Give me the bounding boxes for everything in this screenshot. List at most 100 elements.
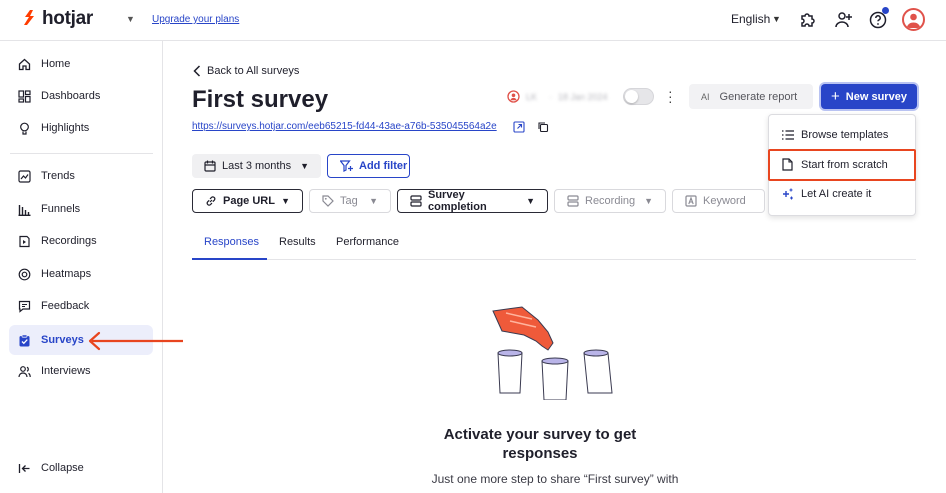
chevron-down-icon: ▼ — [281, 196, 290, 206]
survey-completion-filter[interactable]: Survey completion ▼ — [397, 189, 548, 213]
upgrade-plans-link[interactable]: Upgrade your plans — [152, 14, 239, 25]
annotation-arrow-icon — [88, 331, 183, 351]
surveys-icon — [17, 333, 31, 347]
ai-sparkle-icon — [781, 188, 794, 200]
feedback-icon — [17, 299, 31, 313]
home-icon — [17, 57, 31, 71]
author-avatar-icon — [507, 90, 520, 103]
sidebar-item-label: Recordings — [41, 235, 97, 247]
language-select[interactable]: English — [731, 12, 770, 26]
sidebar-collapse-button[interactable]: Collapse — [9, 453, 153, 483]
let-ai-create-label: Let AI create it — [801, 188, 872, 200]
tag-filter[interactable]: Tag ▼ — [309, 189, 391, 213]
user-avatar-icon — [906, 13, 921, 28]
plus-icon: + — [831, 88, 840, 105]
empty-state-cups-illustration — [492, 306, 613, 400]
org-switch-chevron-down-icon[interactable]: ▼ — [126, 14, 135, 24]
sidebar-item-feedback[interactable]: Feedback — [9, 291, 153, 321]
chevron-left-icon — [193, 65, 201, 77]
created-date: 18 Jan 2024 — [558, 91, 608, 102]
tab-results[interactable]: Results — [279, 236, 316, 248]
heatmaps-icon — [17, 267, 31, 281]
browse-templates-option[interactable]: Browse templates — [781, 129, 888, 141]
sidebar-item-label: Heatmaps — [41, 268, 92, 280]
sidebar-item-funnels[interactable]: Funnels — [9, 194, 153, 224]
empty-state-title: Activate your survey to get responses — [443, 426, 637, 462]
back-link[interactable]: Back to All surveys — [193, 65, 299, 77]
survey-completion-icon — [410, 195, 422, 207]
invite-user-icon[interactable] — [834, 10, 854, 30]
meta-separator: · — [549, 91, 553, 102]
link-icon — [205, 195, 217, 207]
sidebar-item-label: Dashboards — [41, 90, 101, 102]
list-icon — [781, 130, 794, 140]
highlights-icon — [17, 121, 31, 135]
trends-icon — [17, 169, 31, 183]
sidebar-item-label: Interviews — [41, 365, 91, 377]
user-avatar[interactable] — [902, 8, 925, 31]
sidebar-item-home[interactable]: Home — [9, 49, 153, 79]
new-survey-button[interactable]: + New survey — [821, 84, 917, 109]
chevron-down-icon: ▼ — [526, 196, 535, 206]
hotjar-logo[interactable]: hotjar — [22, 8, 93, 30]
tag-icon — [322, 195, 334, 207]
page-url-filter[interactable]: Page URL ▼ — [192, 189, 303, 213]
survey-tabs: Responses Results Performance — [192, 224, 916, 260]
page-url-label: Page URL — [223, 195, 275, 207]
keyword-label: Keyword — [703, 195, 746, 207]
page-title: First survey — [192, 86, 329, 113]
sidebar-item-highlights[interactable]: Highlights — [9, 113, 153, 143]
sidebar-item-label: Feedback — [41, 300, 90, 312]
sidebar-item-recordings[interactable]: Recordings — [9, 226, 153, 256]
sidebar-item-label: Highlights — [41, 122, 90, 134]
new-survey-label: New survey — [845, 90, 907, 103]
survey-meta: LK · 18 Jan 2024 — [507, 90, 608, 103]
external-link-icon[interactable] — [513, 121, 525, 133]
browse-templates-label: Browse templates — [801, 129, 889, 141]
add-filter-button[interactable]: Add filter — [327, 154, 410, 178]
sidebar-item-label: Home — [41, 58, 71, 70]
sidebar-item-heatmaps[interactable]: Heatmaps — [9, 259, 153, 289]
empty-state-subtitle: Just one more step to share “First surve… — [431, 472, 679, 486]
ai-badge: AI — [701, 91, 710, 102]
sidebar-item-trends[interactable]: Trends — [9, 161, 153, 191]
tab-responses[interactable]: Responses — [204, 236, 259, 248]
integrations-puzzle-icon[interactable] — [798, 10, 818, 30]
recording-filter[interactable]: Recording ▼ — [554, 189, 666, 213]
date-range-select[interactable]: Last 3 months ▼ — [192, 154, 321, 178]
brand-name: hotjar — [42, 8, 93, 29]
top-bar: hotjar ▼ Upgrade your plans English ▼ — [0, 0, 946, 41]
calendar-icon — [204, 160, 216, 172]
more-options-icon[interactable]: · · · — [668, 84, 674, 108]
dashboards-icon — [17, 89, 31, 103]
sidebar-item-dashboards[interactable]: Dashboards — [9, 81, 153, 111]
hotjar-logo-icon — [24, 10, 34, 25]
survey-url-link[interactable]: https://surveys.hotjar.com/eeb65215-fd44… — [192, 121, 497, 132]
survey-completion-label: Survey completion — [428, 189, 487, 213]
author-initials: LK — [526, 91, 538, 102]
funnels-icon — [17, 202, 31, 216]
keyword-icon — [685, 195, 697, 207]
add-filter-label: Add filter — [359, 160, 408, 172]
date-range-label: Last 3 months — [222, 160, 292, 172]
language-chevron-down-icon[interactable]: ▼ — [772, 14, 781, 24]
tag-label: Tag — [340, 195, 358, 207]
tab-performance[interactable]: Performance — [336, 236, 399, 248]
survey-active-toggle[interactable] — [623, 88, 654, 105]
recording-label: Recording — [585, 195, 636, 207]
collapse-label: Collapse — [41, 462, 84, 474]
active-tab-indicator — [192, 258, 267, 260]
notification-dot — [882, 7, 889, 14]
back-link-label: Back to All surveys — [207, 65, 300, 77]
recording-icon — [567, 195, 579, 207]
chevron-down-icon: ▼ — [369, 196, 378, 206]
annotation-highlight-box — [768, 149, 916, 181]
recordings-icon — [17, 234, 31, 248]
sidebar-item-interviews[interactable]: Interviews — [9, 356, 153, 386]
generate-report-button[interactable]: AI Generate report — [689, 84, 813, 109]
copy-icon[interactable] — [537, 121, 549, 133]
let-ai-create-option[interactable]: Let AI create it — [781, 188, 871, 200]
sidebar-item-label: Surveys — [41, 334, 84, 346]
keyword-filter[interactable]: Keyword — [672, 189, 765, 213]
collapse-icon — [17, 461, 31, 475]
